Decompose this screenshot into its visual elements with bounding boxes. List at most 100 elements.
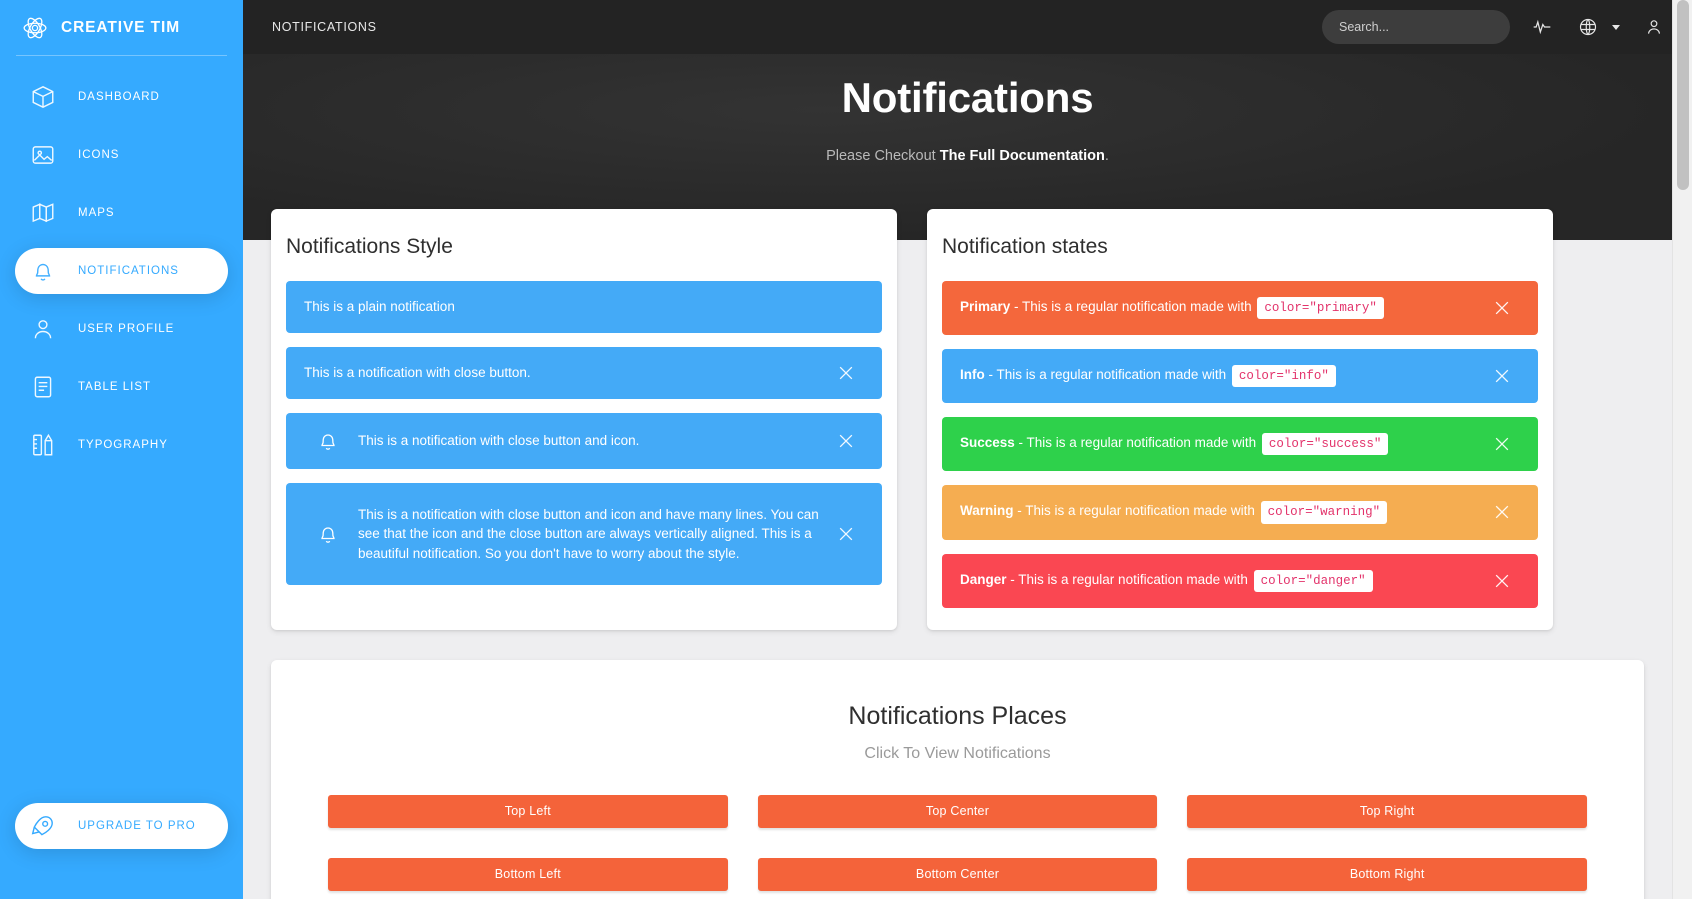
app-root: CREATIVE TIM DASHBOARD ICONS MAPS NOTIFI… [0,0,1692,899]
state-label: Danger [960,571,1007,587]
close-icon[interactable] [1492,298,1512,318]
top-navbar: NOTIFICATIONS [243,0,1692,54]
cube-icon [30,84,56,110]
card-body: Notification states Primary - This is a … [927,209,1553,630]
sidebar-item-typography[interactable]: TYPOGRAPHY [15,422,228,468]
close-icon[interactable] [836,431,856,451]
scrollbar-thumb[interactable] [1677,0,1689,190]
alert-text: Primary - This is a regular notification… [960,297,1478,320]
bell-icon [30,258,56,284]
image-icon [30,142,56,168]
top-left-button[interactable]: Top Left [328,794,728,828]
bottom-right-button[interactable]: Bottom Right [1187,857,1588,891]
alert-plain: This is a plain notification [286,281,882,333]
sidebar-item-label: TABLE LIST [78,381,152,393]
bottom-center-button[interactable]: Bottom Center [757,857,1158,891]
atom-icon [22,15,48,41]
pulse-icon[interactable] [1532,17,1552,37]
state-text: - This is a regular notification made wi… [984,367,1230,383]
card-body: Notifications Places Click To View Notif… [271,660,1644,899]
brand-label: CREATIVE TIM [61,18,181,36]
alert-text: Warning - This is a regular notification… [960,501,1478,524]
sidebar-item-maps[interactable]: MAPS [15,190,228,236]
close-icon[interactable] [1492,366,1512,386]
sidebar-item-label: NOTIFICATIONS [78,265,179,277]
close-icon[interactable] [1492,502,1512,522]
sidebar-item-label: USER PROFILE [78,323,175,335]
code-tag: color="danger" [1253,569,1373,592]
sidebar-item-dashboard[interactable]: DASHBOARD [15,74,228,120]
close-icon[interactable] [836,524,856,544]
main-panel: NOTIFICATIONS Search... Notifications Pl… [243,0,1692,899]
content-area: Notifications Style This is a plain noti… [243,54,1672,899]
alert-text: This is a notification with close button… [358,432,640,448]
code-tag: color="info" [1231,365,1336,388]
map-icon [30,200,56,226]
code-tag: color="primary" [1257,297,1384,320]
globe-icon[interactable] [1578,17,1598,37]
alert-text: Danger - This is a regular notification … [960,569,1478,592]
alert-state-info: Info - This is a regular notification ma… [942,349,1538,404]
sidebar-item-label: MAPS [78,207,115,219]
card-title: Notification states [942,235,1108,258]
alert-with-close-and-icon: This is a notification with close button… [286,412,882,469]
sidebar-item-table-list[interactable]: TABLE LIST [15,364,228,410]
close-icon[interactable] [1492,434,1512,454]
alert-with-close: This is a notification with close button… [286,346,882,399]
search-box[interactable] [1322,10,1531,52]
code-tag: color="warning" [1260,501,1388,524]
places-subtitle: Click To View Notifications [864,744,1051,762]
state-label: Info [960,367,985,383]
sidebar-item-user-profile[interactable]: USER PROFILE [15,306,228,352]
cards-row: Notifications Style This is a plain noti… [271,209,1644,630]
search-input[interactable] [1339,20,1500,34]
sidebar-item-label: TYPOGRAPHY [78,439,168,451]
navbar-actions [1322,10,1692,52]
alert-text: Success - This is a regular notification… [960,433,1478,456]
state-label: Success [960,435,1015,451]
top-right-button[interactable]: Top Right [1187,794,1588,828]
page-scrollbar[interactable] [1672,0,1692,899]
upgrade-to-pro-button[interactable]: UPGRADE TO PRO [15,803,228,849]
sidebar-item-label: DASHBOARD [78,91,160,103]
notifications-style-card: Notifications Style This is a plain noti… [271,209,897,630]
card-body: Notifications Style This is a plain noti… [271,209,897,607]
alert-state-success: Success - This is a regular notification… [942,417,1538,472]
typography-icon [30,432,56,458]
close-icon[interactable] [1492,571,1512,591]
sidebar-item-label: ICONS [78,149,120,161]
sidebar-nav: DASHBOARD ICONS MAPS NOTIFICATIONS USER … [0,74,243,468]
alert-state-warning: Warning - This is a regular notification… [942,485,1538,540]
code-tag: color="success" [1261,433,1389,456]
state-text: - This is a regular notification made wi… [1013,503,1259,519]
state-text: - This is a regular notification made wi… [1014,435,1260,451]
alert-state-danger: Danger - This is a regular notification … [942,553,1538,608]
alert-multiline: This is a notification with close button… [286,482,882,586]
state-text: - This is a regular notification made wi… [1006,571,1252,587]
bell-icon [316,522,340,546]
state-label: Warning [960,503,1014,519]
top-center-button[interactable]: Top Center [757,794,1158,828]
list-icon [30,374,56,400]
bell-icon [316,429,340,453]
person-icon[interactable] [1644,17,1664,37]
chevron-down-icon[interactable] [1612,24,1620,30]
places-row-top: Top Left Top Center Top Right [286,794,1629,828]
navbar-title: NOTIFICATIONS [272,20,377,34]
card-title: Notifications Style [286,235,453,258]
close-icon[interactable] [836,363,856,383]
bottom-left-button[interactable]: Bottom Left [328,857,728,891]
alert-text: This is a notification with close button… [304,364,531,380]
alert-text: Info - This is a regular notification ma… [960,365,1478,388]
rocket-icon [30,813,56,839]
notification-states-card: Notification states Primary - This is a … [927,209,1553,630]
sidebar-brand[interactable]: CREATIVE TIM [16,0,227,56]
sidebar-item-notifications[interactable]: NOTIFICATIONS [15,248,228,294]
state-text: - This is a regular notification made wi… [1010,299,1256,314]
sidebar-item-icons[interactable]: ICONS [15,132,228,178]
alert-state-primary: Primary - This is a regular notification… [942,281,1538,336]
user-icon [30,316,56,342]
notifications-places-card: Notifications Places Click To View Notif… [271,659,1644,899]
sidebar: CREATIVE TIM DASHBOARD ICONS MAPS NOTIFI… [0,0,243,899]
alert-text: This is a notification with close button… [358,506,819,561]
